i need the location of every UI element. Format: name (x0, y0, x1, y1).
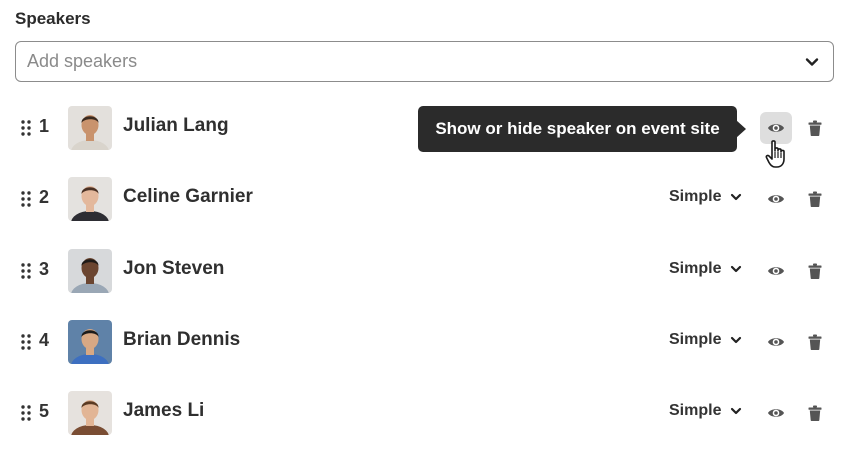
eye-icon (768, 338, 784, 346)
add-speakers-select[interactable]: Add speakers (15, 41, 834, 82)
speaker-index: 4 (39, 330, 50, 350)
trash-icon (808, 263, 822, 279)
speaker-name: Brian Dennis (123, 329, 241, 350)
drag-handle-icon[interactable] (20, 190, 32, 208)
trash-icon (808, 334, 822, 350)
drag-handle-icon[interactable] (20, 404, 32, 422)
visibility-toggle-button[interactable] (760, 255, 792, 287)
speaker-avatar (68, 106, 112, 150)
speaker-row: 4 Brian Dennis Simple (0, 314, 857, 370)
trash-icon (808, 120, 822, 136)
chevron-down-icon (731, 407, 742, 415)
drag-handle-icon[interactable] (20, 262, 32, 280)
display-mode-label: Simple (669, 188, 722, 205)
delete-speaker-button[interactable] (804, 113, 826, 143)
speaker-index: 5 (39, 401, 50, 421)
display-mode-dropdown[interactable]: Simple (669, 402, 742, 420)
speaker-name: James Li (123, 400, 205, 421)
add-speakers-placeholder: Add speakers (27, 51, 138, 71)
chevron-down-icon (731, 265, 742, 273)
visibility-toggle-button[interactable] (760, 397, 792, 429)
speaker-avatar (68, 177, 112, 221)
tooltip-text: Show or hide speaker on event site (435, 119, 720, 138)
drag-handle-icon[interactable] (20, 333, 32, 351)
section-title: Speakers (15, 9, 91, 28)
speaker-index: 2 (39, 187, 50, 207)
display-mode-label: Simple (669, 260, 722, 277)
visibility-toggle-button[interactable] (760, 183, 792, 215)
display-mode-label: Simple (669, 402, 722, 419)
speaker-name: Jon Steven (123, 258, 225, 279)
speaker-avatar (68, 391, 112, 435)
speaker-index: 1 (39, 116, 50, 136)
speaker-row: 2 Celine Garnier Simple (0, 171, 857, 227)
delete-speaker-button[interactable] (804, 184, 826, 214)
eye-icon (768, 409, 784, 417)
eye-icon (768, 267, 784, 275)
speaker-index: 3 (39, 259, 50, 279)
chevron-down-icon (731, 193, 742, 201)
delete-speaker-button[interactable] (804, 327, 826, 357)
delete-speaker-button[interactable] (804, 398, 826, 428)
display-mode-label: Simple (669, 331, 722, 348)
speaker-avatar (68, 249, 112, 293)
delete-speaker-button[interactable] (804, 256, 826, 286)
speaker-avatar (68, 320, 112, 364)
speaker-row: 5 James Li Simple (0, 385, 857, 441)
drag-handle-icon[interactable] (20, 119, 32, 137)
display-mode-dropdown[interactable]: Simple (669, 188, 742, 206)
display-mode-dropdown[interactable]: Simple (669, 331, 742, 349)
eye-icon (768, 124, 784, 132)
hand-pointer-cursor-icon (765, 140, 785, 168)
trash-icon (808, 405, 822, 421)
speaker-name: Julian Lang (123, 115, 229, 136)
speaker-name: Celine Garnier (123, 186, 253, 207)
visibility-tooltip: Show or hide speaker on event site (418, 106, 746, 152)
chevron-down-icon (731, 336, 742, 344)
speaker-row: 3 Jon Steven Simple (0, 243, 857, 299)
eye-icon (768, 195, 784, 203)
chevron-down-icon (805, 57, 819, 66)
trash-icon (808, 191, 822, 207)
display-mode-dropdown[interactable]: Simple (669, 260, 742, 278)
visibility-toggle-button[interactable] (760, 326, 792, 358)
